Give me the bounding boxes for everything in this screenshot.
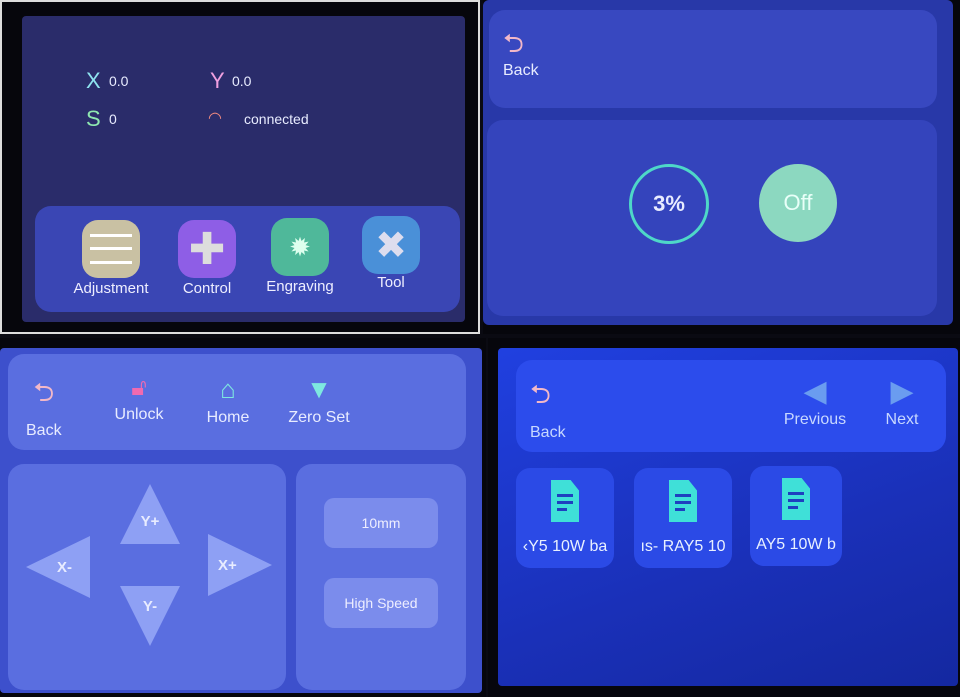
back-button[interactable]: ⮌ Back bbox=[530, 376, 566, 442]
control-screen: ⮌ Back 🔓︎ Unlock ⌂ Home ▼ Zero Set Y+ Y- X- … bbox=[0, 338, 486, 697]
file-icon bbox=[551, 480, 579, 522]
connection-status: connected bbox=[244, 111, 309, 127]
file-icon bbox=[669, 480, 697, 522]
file-item[interactable]: ıs- RAY5 10 bbox=[634, 468, 732, 568]
laser-toggle-button[interactable]: Off bbox=[759, 164, 837, 242]
file-item[interactable]: ‹Y5 10W ba bbox=[516, 468, 614, 568]
y-plus-button[interactable]: Y+ bbox=[120, 484, 180, 544]
back-icon: ⮌ bbox=[33, 377, 55, 407]
wrench-icon: ✖ bbox=[362, 216, 420, 274]
control-toolbar: ⮌ Back 🔓︎ Unlock ⌂ Home ▼ Zero Set bbox=[8, 354, 466, 450]
x-axis-label: X bbox=[86, 68, 101, 93]
power-panel: 3% Off bbox=[487, 120, 937, 316]
step-size-button[interactable]: 10mm bbox=[324, 498, 438, 548]
file-item[interactable]: AY5 10W b bbox=[750, 466, 842, 566]
y-axis-label: Y bbox=[210, 68, 225, 93]
laser-icon: ✹ bbox=[271, 218, 329, 276]
power-screen: ⮌ Back 3% Off bbox=[483, 0, 960, 334]
speed-button[interactable]: High Speed bbox=[324, 578, 438, 628]
back-icon: ⮌ bbox=[503, 28, 524, 58]
unlock-button[interactable]: 🔓︎ Unlock bbox=[112, 374, 166, 424]
y-minus-button[interactable]: Y- bbox=[120, 586, 180, 646]
back-button[interactable]: ⮌ Back bbox=[26, 374, 62, 440]
s-label: S bbox=[86, 106, 101, 131]
unlock-icon: 🔓︎ bbox=[131, 374, 147, 401]
settings-panel: 10mm High Speed bbox=[296, 464, 466, 690]
power-percent-button[interactable]: 3% bbox=[629, 164, 709, 244]
files-toolbar: ⮌ Back ◀ Previous ▶ Next bbox=[516, 360, 946, 452]
dpad-icon: ✚ bbox=[178, 220, 236, 278]
next-button[interactable]: ▶ Next bbox=[880, 374, 924, 429]
home-button[interactable]: ⌂ Home bbox=[204, 374, 252, 427]
zero-set-button[interactable]: ▼ Zero Set bbox=[286, 374, 352, 427]
app-dock: Adjustment ✚ Control ✹ Engraving ✖ Tool bbox=[35, 206, 460, 312]
x-value: 0.0 bbox=[109, 73, 129, 89]
arrow-right-icon: ▶ bbox=[890, 375, 914, 408]
y-value: 0.0 bbox=[232, 73, 252, 89]
files-screen: ⮌ Back ◀ Previous ▶ Next ‹Y5 10W ba ıs- RAY… bbox=[488, 338, 960, 697]
home-icon: ⌂ bbox=[220, 374, 236, 404]
x-plus-button[interactable]: X+ bbox=[208, 534, 272, 596]
previous-button[interactable]: ◀ Previous bbox=[782, 374, 848, 429]
back-icon: ⮌ bbox=[530, 379, 551, 409]
x-minus-button[interactable]: X- bbox=[26, 536, 90, 598]
top-bar: ⮌ Back bbox=[489, 10, 937, 108]
s-value: 0 bbox=[109, 111, 117, 127]
location-pin-icon: ▼ bbox=[306, 374, 332, 404]
home-screen: X 0.0 Y 0.0 S 0 ◠ connected Adjustment ✚… bbox=[0, 0, 480, 334]
arrow-left-icon: ◀ bbox=[803, 375, 827, 408]
back-button[interactable]: ⮌ Back bbox=[503, 30, 539, 80]
file-icon bbox=[782, 478, 810, 520]
wifi-icon: ◠ bbox=[208, 110, 222, 127]
sliders-icon bbox=[82, 220, 140, 278]
jog-panel: Y+ Y- X- X+ bbox=[8, 464, 286, 690]
